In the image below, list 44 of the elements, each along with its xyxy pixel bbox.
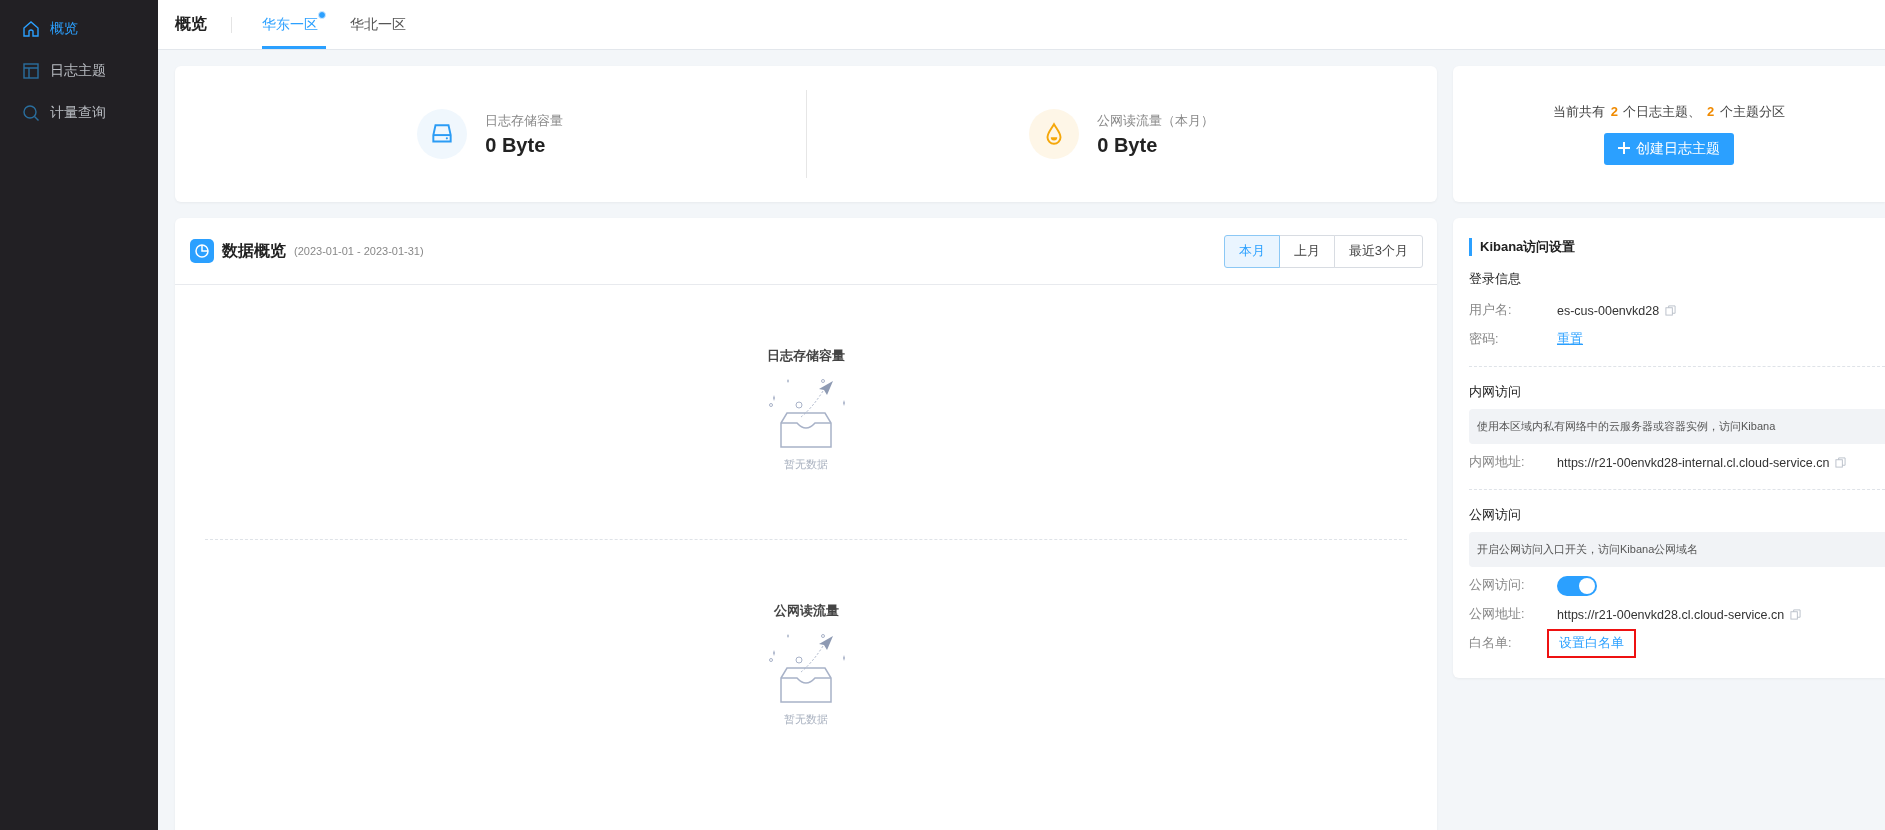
chart-title: 日志存储容量 xyxy=(767,347,845,365)
home-icon xyxy=(22,20,40,38)
section-title: Kibana访问设置 xyxy=(1469,238,1576,256)
field-label: 用户名: xyxy=(1469,302,1513,319)
date-range: (2023-01-01 - 2023-01-31) xyxy=(294,245,424,257)
info-note: 使用本区域内私有网络中的云服务器或容器实例，访问Kibana xyxy=(1469,409,1885,444)
stat-label: 日志存储容量 xyxy=(485,111,564,130)
empty-state-text: 暂无数据 xyxy=(784,457,828,472)
empty-state-text: 暂无数据 xyxy=(784,712,828,727)
sidebar-item[interactable]: 计量查询 xyxy=(0,98,158,128)
stat-label: 公网读流量（本月） xyxy=(1097,111,1215,130)
group-heading: 内网访问 xyxy=(1469,383,1521,401)
copy-icon[interactable] xyxy=(1835,457,1847,468)
plus-icon xyxy=(1618,142,1630,154)
field-label: 白名单: xyxy=(1469,635,1513,652)
address-value: https://r21-00envkd28-internal.cl.cloud-service.cn xyxy=(1557,455,1830,470)
field-label: 公网地址: xyxy=(1469,606,1526,623)
username-value: es-cus-00envkd28 xyxy=(1557,303,1660,318)
info-note: 开启公网访问入口开关，访问Kibana公网域名 xyxy=(1469,532,1885,567)
sidebar-item[interactable]: 日志主题 xyxy=(0,56,158,86)
search-icon xyxy=(22,104,40,122)
sidebar-item[interactable]: 概览 xyxy=(0,14,158,44)
period-button[interactable]: 最近3个月 xyxy=(1333,234,1423,268)
field-label: 内网地址: xyxy=(1469,454,1526,471)
stat-value: 0 Byte xyxy=(485,133,547,157)
group-heading: 公网访问 xyxy=(1469,506,1521,524)
chart-title: 公网读流量 xyxy=(773,602,839,620)
droplet-icon xyxy=(1029,109,1080,159)
pie-chart-icon xyxy=(190,239,214,263)
hard-drive-icon xyxy=(417,109,468,159)
page-title: 概览 xyxy=(175,14,207,34)
copy-icon[interactable] xyxy=(1790,609,1802,620)
field-label: 密码: xyxy=(1469,331,1500,348)
summary-text: 当前共有 2 个日志主题、 2 个主题分区 xyxy=(1553,103,1785,121)
period-button[interactable]: 上月 xyxy=(1278,234,1335,268)
stat-value: 0 Byte xyxy=(1097,133,1159,157)
address-value: https://r21-00envkd28.cl.cloud-service.cn xyxy=(1557,607,1785,622)
layout-icon xyxy=(22,62,40,80)
region-tab[interactable]: 华北一区 xyxy=(350,0,414,49)
group-heading: 登录信息 xyxy=(1469,270,1521,288)
section-title: 数据概览 xyxy=(222,240,286,261)
field-label: 公网访问: xyxy=(1469,577,1526,594)
copy-icon[interactable] xyxy=(1665,305,1677,316)
toggle-switch[interactable] xyxy=(1557,575,1597,596)
